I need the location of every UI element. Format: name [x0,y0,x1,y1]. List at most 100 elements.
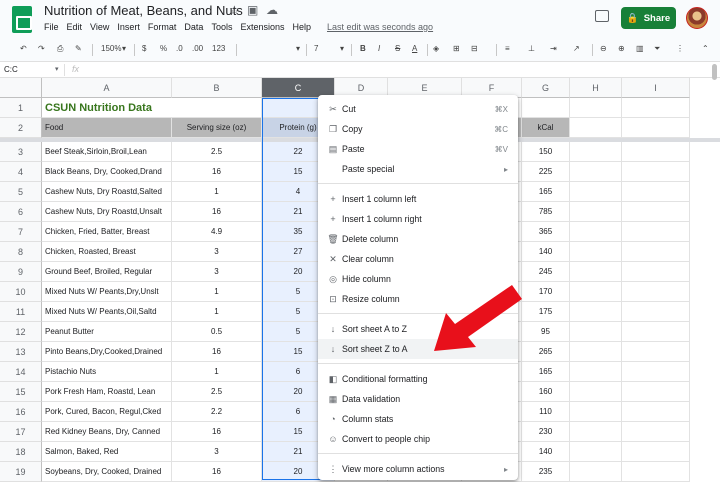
print-icon[interactable]: ⎙ [57,44,63,54]
text-rotate-icon[interactable]: ↗ [573,44,580,53]
row-header[interactable]: 7 [0,222,42,242]
table-cell[interactable] [622,322,690,342]
menu-item-view-more-column-actions[interactable]: ⋮ View more column actions ▸ [318,459,518,479]
table-cell[interactable] [570,242,622,262]
cell-serving[interactable]: 1 [172,182,262,202]
chart-icon[interactable]: ▥ [636,44,644,53]
table-cell[interactable] [570,322,622,342]
table-cell[interactable] [622,442,690,462]
table-cell[interactable] [622,422,690,442]
table-cell[interactable] [622,342,690,362]
cell-kcal[interactable]: 265 [522,342,570,362]
cell-serving[interactable]: 16 [172,202,262,222]
name-box[interactable]: C:C [4,65,18,74]
header-serving[interactable]: Serving size (oz) [172,118,262,138]
table-cell[interactable] [570,302,622,322]
header-kcal[interactable]: kCal [522,118,570,138]
menu-format[interactable]: Format [148,22,177,32]
avatar[interactable] [686,7,708,29]
percent-button[interactable]: % [160,44,167,53]
menu-item-delete-column[interactable]: 🗑 Delete column [318,229,518,249]
menu-item-cut[interactable]: ✂ Cut ⌘X [318,99,518,119]
header-cell[interactable] [570,118,622,138]
undo-icon[interactable]: ↶ [20,44,27,53]
collapse-toolbar-icon[interactable]: ⌃ [702,44,709,53]
menu-item-resize-column[interactable]: ⊡ Resize column [318,289,518,309]
cell-kcal[interactable]: 160 [522,382,570,402]
table-cell[interactable] [570,182,622,202]
cell-serving[interactable]: 1 [172,362,262,382]
column-header-g[interactable]: G [522,78,570,98]
menu-item-data-validation[interactable]: ▦ Data validation [318,389,518,409]
row-header[interactable]: 9 [0,262,42,282]
cell-food[interactable]: Pistachio Nuts [42,362,172,382]
select-all-corner[interactable] [0,78,42,98]
cell-food[interactable]: Peanut Butter [42,322,172,342]
font-size-select[interactable]: 7 [314,44,318,53]
text-wrap-icon[interactable]: ⇥ [550,44,557,53]
row-header[interactable]: 4 [0,162,42,182]
filter-icon[interactable]: ⏷ [654,44,660,54]
grid-cell[interactable] [522,98,570,118]
cell-kcal[interactable]: 175 [522,302,570,322]
menu-item-copy[interactable]: ❐ Copy ⌘C [318,119,518,139]
move-folder-icon[interactable]: ▣ [247,3,258,17]
menu-file[interactable]: File [44,22,59,32]
cell-kcal[interactable]: 365 [522,222,570,242]
cell-food[interactable]: Cashew Nuts, Dry Roastd,Unsalt [42,202,172,222]
menu-item-clear-column[interactable]: ✕ Clear column [318,249,518,269]
menu-item-column-stats[interactable]: ◔ Column stats [318,409,518,429]
cell-kcal[interactable]: 165 [522,362,570,382]
cell-kcal[interactable]: 230 [522,422,570,442]
row-header[interactable]: 17 [0,422,42,442]
cell-food[interactable]: Chicken, Roasted, Breast [42,242,172,262]
more-formats-button[interactable]: 123 [212,44,225,53]
row-header[interactable]: 15 [0,382,42,402]
table-cell[interactable] [570,222,622,242]
menu-item-conditional-formatting[interactable]: ◧ Conditional formatting [318,369,518,389]
chevron-down-icon[interactable]: ▾ [122,44,126,53]
cell-food[interactable]: Black Beans, Dry, Cooked,Drand [42,162,172,182]
table-cell[interactable] [570,342,622,362]
row-header[interactable]: 3 [0,142,42,162]
row-header[interactable]: 10 [0,282,42,302]
table-cell[interactable] [622,402,690,422]
cell-serving[interactable]: 2.5 [172,382,262,402]
cell-serving[interactable]: 1 [172,282,262,302]
menu-extensions[interactable]: Extensions [240,22,284,32]
cell-food[interactable]: Beef Steak,Sirloin,Broil,Lean [42,142,172,162]
last-edit-link[interactable]: Last edit was seconds ago [327,22,433,32]
menu-item-convert-to-people-chip[interactable]: ☺ Convert to people chip [318,429,518,449]
table-cell[interactable] [622,242,690,262]
row-header[interactable]: 1 [0,98,42,118]
cell-food[interactable]: Mixed Nuts W/ Peants,Oil,Saltd [42,302,172,322]
table-cell[interactable] [622,282,690,302]
cell-kcal[interactable]: 110 [522,402,570,422]
menu-item-sort-sheet-z-to-a[interactable]: ↓ Sort sheet Z to A [318,339,518,359]
name-box-chevron-icon[interactable]: ▾ [55,65,59,73]
cell-kcal[interactable]: 170 [522,282,570,302]
cell-kcal[interactable]: 225 [522,162,570,182]
bold-icon[interactable]: B [360,44,366,53]
row-header[interactable]: 12 [0,322,42,342]
cell-food[interactable]: Chicken, Fried, Batter, Breast [42,222,172,242]
row-header[interactable]: 6 [0,202,42,222]
row-header[interactable]: 16 [0,402,42,422]
cell-food[interactable]: Pinto Beans,Dry,Cooked,Drained [42,342,172,362]
cell-food[interactable]: Ground Beef, Broiled, Regular [42,262,172,282]
redo-icon[interactable]: ↷ [38,44,45,53]
row-header[interactable]: 19 [0,462,42,482]
table-cell[interactable] [570,362,622,382]
font-family-chevron-icon[interactable]: ▾ [296,44,300,53]
align-vertical-icon[interactable]: ⊥ [528,44,535,53]
strikethrough-icon[interactable]: S [395,44,400,53]
cell-serving[interactable]: 16 [172,422,262,442]
cell-food[interactable]: Pork Fresh Ham, Roastd, Lean [42,382,172,402]
table-cell[interactable] [622,182,690,202]
row-header[interactable]: 2 [0,118,42,138]
align-horizontal-icon[interactable]: ≡ [505,44,510,53]
font-size-chevron-icon[interactable]: ▾ [340,44,344,53]
table-cell[interactable] [622,462,690,482]
text-color-icon[interactable]: A [412,44,417,53]
share-button[interactable]: 🔒 Share [621,7,676,29]
